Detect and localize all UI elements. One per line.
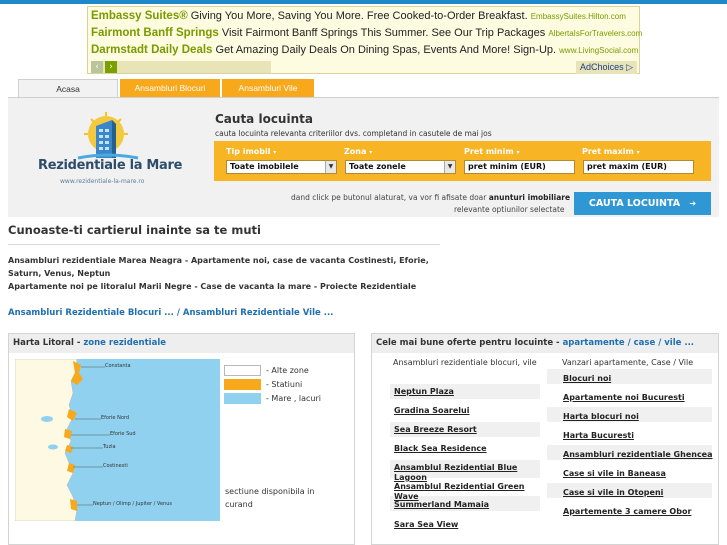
map-note: sectiune disponibila in curand — [225, 487, 315, 509]
tip-imobil-value: Toate imobilele — [230, 162, 299, 171]
zona-select[interactable]: Toate zonele ▼ — [345, 160, 456, 174]
ad-next-button[interactable]: › — [105, 61, 117, 73]
filter-label-pret-maxim: Pret maxim ▾ — [582, 147, 640, 156]
offer-neptun-plaza[interactable]: Neptun Plaza — [394, 387, 454, 396]
offer-obor[interactable]: Apartemente 3 camere Obor — [563, 507, 691, 516]
legend-swatch-statiuni — [224, 379, 261, 390]
tab-ansambluri-blocuri[interactable]: Ansambluri Blocuri — [120, 79, 220, 97]
adchoices-link[interactable]: AdChoices ▷ — [576, 61, 637, 74]
offer-harta-blocuri[interactable]: Harta blocuri noi — [563, 412, 639, 421]
info-line: Ansambluri rezidentiale Marea Neagra - A… — [8, 256, 429, 265]
offer-sea-breeze[interactable]: Sea Breeze Resort — [394, 425, 477, 434]
pret-minim-input[interactable]: pret minim (EUR) — [464, 160, 575, 174]
cauta-locuinta-button[interactable]: CAUTA LOCUINTA ➔ — [574, 192, 711, 215]
pret-maxim-input[interactable]: pret maxim (EUR) — [583, 160, 694, 174]
search-title: Cauta locuinta — [215, 112, 313, 126]
ad-prev-button[interactable]: ‹ — [91, 61, 103, 73]
offer-blue-lagoon[interactable]: Ansamblul Rezidential Blue Lagoon — [394, 463, 529, 483]
divider — [8, 244, 440, 245]
offer-otopeni[interactable]: Case si vile in Otopeni — [563, 488, 663, 497]
filter-label-pret-minim: Pret minim ▾ — [464, 147, 520, 156]
ad-desc: Giving You More, Saving You More. Free C… — [190, 10, 528, 22]
search-hint: dand click pe butonul alaturat, va vor f… — [291, 193, 571, 202]
offer-summerland[interactable]: Summerland Mamaia — [394, 500, 489, 509]
harta-litoral-panel: Harta Litoral - zone rezidentiale Consta… — [8, 333, 355, 545]
ad-item-1[interactable]: Embassy Suites® Giving You More, Saving … — [91, 10, 626, 22]
ad-desc: Get Amazing Daily Deals On Dining Spas, … — [215, 44, 557, 56]
filter-label-zona: Zona ▾ — [344, 147, 373, 156]
site-logo[interactable]: Rezidentiale la Mare www.rezidentiale-la… — [38, 112, 188, 192]
legend-mare-lacuri: - Mare , lacuri — [266, 394, 322, 403]
legend-swatch-mare — [224, 393, 261, 404]
ad-title[interactable]: Embassy Suites® — [91, 10, 188, 22]
ad-item-3[interactable]: Darmstadt Daily Deals Get Amazing Daily … — [91, 44, 638, 56]
map-label-neptun[interactable]: Neptun / Olimp / Jupiter / Venus — [93, 501, 172, 507]
harta-title: Harta Litoral - — [13, 338, 84, 348]
ad-nav: ‹ › — [91, 61, 271, 73]
arrow-right-icon: ➔ — [689, 199, 697, 208]
offer-ghencea[interactable]: Ansambluri rezidentiale Ghencea — [563, 450, 713, 459]
info-line: Apartamente noi pe litoralul Marii Negre… — [8, 281, 417, 291]
tip-imobil-select[interactable]: Toate imobilele ▼ — [226, 160, 337, 174]
search-button-label: CAUTA LOCUINTA — [588, 198, 681, 209]
oferte-title: Cele mai bune oferte pentru locuinte - — [376, 338, 563, 348]
info-line: Saturn, Venus, Neptun — [8, 268, 111, 278]
ad-url[interactable]: AlbertaIsForTravelers.com — [548, 29, 642, 38]
offer-blocuri-noi[interactable]: Blocuri noi — [563, 374, 611, 383]
search-subtitle: cauta locuinta relevanta criteriilor dvs… — [215, 129, 492, 138]
ad-title[interactable]: Darmstadt Daily Deals — [91, 44, 212, 56]
top-bar — [0, 0, 727, 4]
search-section: Rezidentiale la Mare www.rezidentiale-la… — [8, 97, 719, 217]
ad-url[interactable]: www.LivingSocial.com — [559, 46, 638, 55]
chevron-down-icon: ▼ — [444, 161, 455, 173]
offer-black-sea[interactable]: Black Sea Residence — [394, 444, 487, 453]
oferte-header: Cele mai bune oferte pentru locuinte - a… — [372, 334, 718, 353]
logo-url: www.rezidentiale-la-mare.ro — [60, 178, 145, 185]
tab-ansambluri-vile[interactable]: Ansambluri Vile — [222, 79, 314, 97]
zona-value: Toate zonele — [349, 162, 406, 171]
chevron-down-icon: ▼ — [325, 161, 336, 173]
oferte-link[interactable]: apartamente / case / vile ... — [563, 338, 694, 348]
offer-gradina-soarelui[interactable]: Gradina Soarelui — [394, 406, 469, 415]
ad-title[interactable]: Fairmont Banff Springs — [91, 27, 219, 39]
offer-harta-bucuresti[interactable]: Harta Bucuresti — [563, 431, 634, 440]
ad-banner: Embassy Suites® Giving You More, Saving … — [87, 6, 642, 74]
ansambluri-links[interactable]: Ansambluri Rezidentiale Blocuri ... / An… — [8, 308, 333, 318]
ad-item-2[interactable]: Fairmont Banff Springs Visit Fairmont Ba… — [91, 27, 642, 39]
search-hint-2: relevante optiunilor selectate — [454, 205, 565, 214]
search-filters: Tip imobil ▾ Zona ▾ Pret minim ▾ Pret ma… — [214, 141, 711, 181]
coast-map-graphic — [15, 359, 110, 521]
offer-sara-sea-view[interactable]: Sara Sea View — [394, 520, 458, 529]
building-logo-icon — [77, 112, 139, 160]
offer-green-wave[interactable]: Ansamblul Rezidential Green Wave — [394, 482, 529, 502]
coast-map[interactable]: Constanta Eforie Nord Eforie Sud Tuzla C… — [15, 359, 220, 521]
oferte-panel: Cele mai bune oferte pentru locuinte - a… — [371, 333, 719, 545]
map-label-eforie-nord[interactable]: Eforie Nord — [101, 415, 129, 421]
offer-baneasa[interactable]: Case si vile in Baneasa — [563, 469, 666, 478]
zone-rezidentiale-link[interactable]: zone rezidentiale — [83, 338, 166, 348]
logo-name: Rezidentiale la Mare — [38, 158, 183, 173]
legend-swatch-alte-zone — [224, 365, 261, 376]
legend-statiuni: - Statiuni — [266, 380, 303, 389]
map-label-tuzla[interactable]: Tuzla — [103, 444, 116, 450]
map-label-costinesti[interactable]: Costinesti — [103, 463, 128, 469]
ad-desc: Visit Fairmont Banff Springs This Summer… — [221, 27, 546, 39]
legend-alte-zone: - Alte zone — [266, 366, 309, 375]
ad-url[interactable]: EmbassySuites.Hilton.com — [531, 12, 626, 21]
offer-apartamente-bucuresti[interactable]: Apartamente noi Bucuresti — [563, 393, 685, 402]
harta-header: Harta Litoral - zone rezidentiale — [9, 334, 354, 353]
map-label-constanta[interactable]: Constanta — [105, 363, 131, 369]
info-title: Cunoaste-ti cartierul inainte sa te muti — [8, 223, 261, 237]
col1-header: Ansambluri rezidentiale blocuri, vile — [393, 358, 537, 367]
tab-acasa[interactable]: Acasa — [18, 79, 118, 97]
map-label-eforie-sud[interactable]: Eforie Sud — [110, 431, 136, 437]
col2-header: Vanzari apartamente, Case / Vile — [562, 358, 694, 367]
info-text: Ansambluri rezidentiale Marea Neagra - A… — [8, 255, 438, 293]
filter-label-tip-imobil: Tip imobil ▾ — [226, 147, 277, 156]
